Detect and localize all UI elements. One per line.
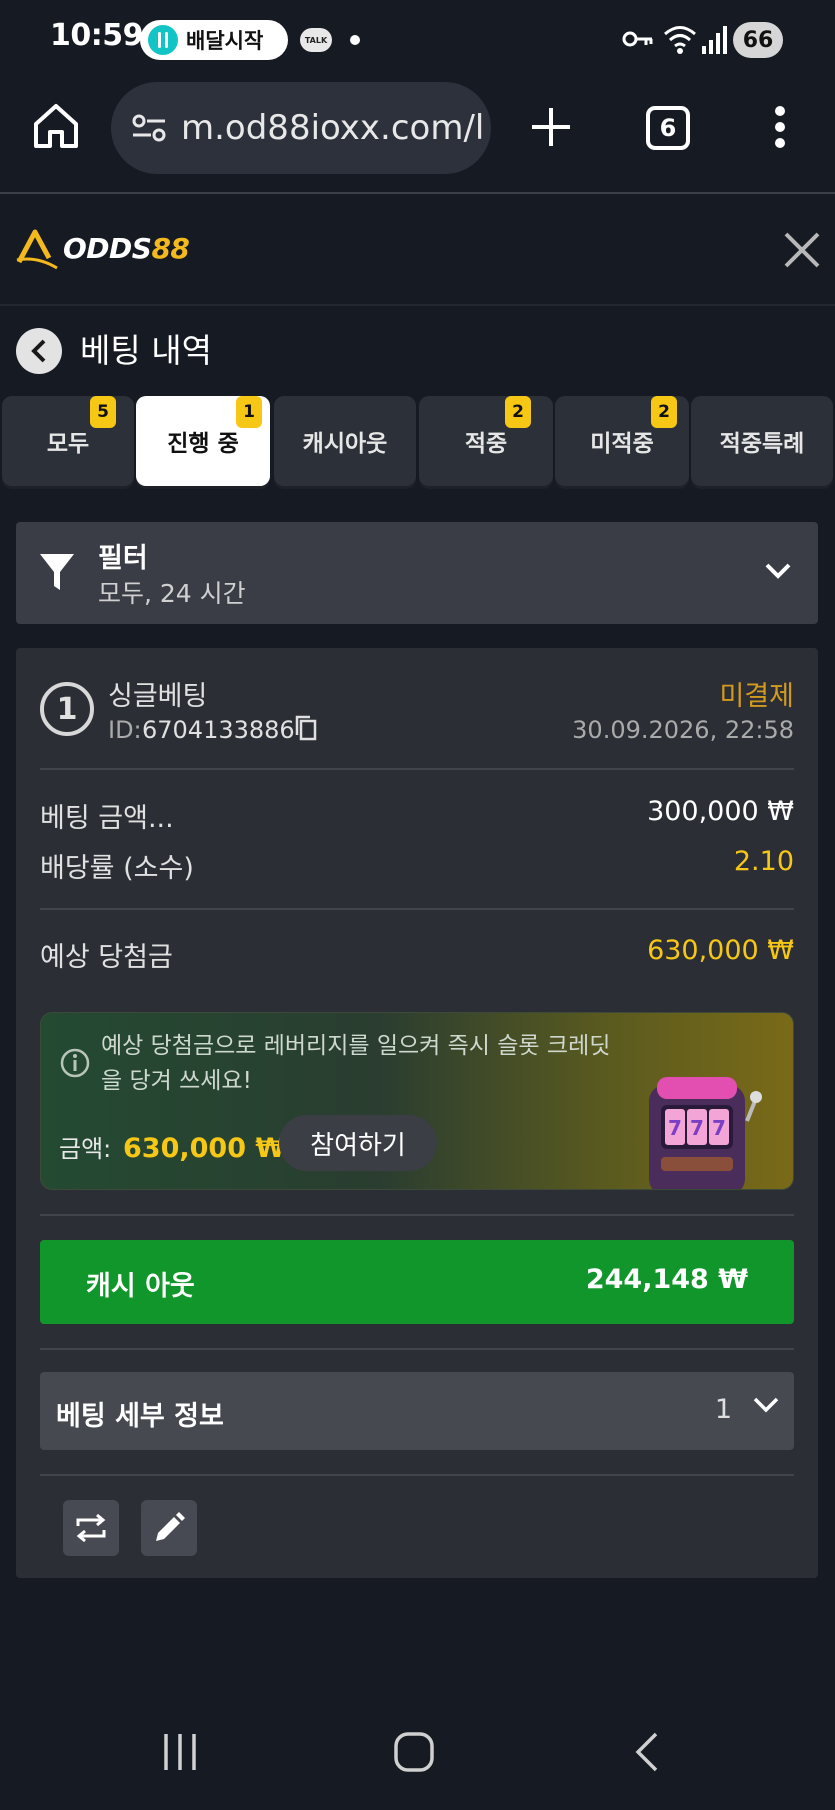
info-icon xyxy=(60,1048,90,1078)
bet-id: 6704133886 xyxy=(142,716,295,744)
home-icon[interactable] xyxy=(30,100,82,152)
card-divider xyxy=(40,768,794,770)
bet-status: 미결제 xyxy=(719,681,794,712)
chevron-down-icon xyxy=(765,563,791,579)
stake-label: 베팅 금액... xyxy=(40,803,174,834)
cashout-label: 캐시 아웃 xyxy=(86,1271,195,1302)
tab-label: 캐시아웃 xyxy=(302,431,388,457)
card-divider xyxy=(40,1214,794,1216)
browser-divider xyxy=(0,192,835,194)
slot-machine-icon: 7 7 7 xyxy=(649,1077,762,1189)
talk-icon: TALK xyxy=(300,28,332,52)
tab-label: 미적중 xyxy=(590,431,654,457)
tab-label: 적중특례 xyxy=(719,431,805,457)
battery-indicator: 66 xyxy=(733,22,783,58)
logo-number: 88 xyxy=(151,231,190,265)
bet-details-toggle[interactable]: 베팅 세부 정보 1 xyxy=(40,1372,794,1450)
tab-special[interactable]: 적중특례 xyxy=(691,396,833,486)
card-divider xyxy=(40,1348,794,1350)
bet-details-label: 베팅 세부 정보 xyxy=(56,1401,224,1432)
svg-text:7: 7 xyxy=(668,1116,682,1140)
new-tab-icon[interactable] xyxy=(528,104,574,150)
card-divider xyxy=(40,908,794,910)
delivery-app-label: 배달시작 xyxy=(186,29,264,53)
status-time: 10:59 xyxy=(50,18,144,53)
url-bar[interactable]: m.od88ioxx.com/l xyxy=(111,82,491,174)
filter-title: 필터 xyxy=(98,543,148,574)
svg-text:7: 7 xyxy=(690,1116,704,1140)
tab-won[interactable]: 적중 2 xyxy=(419,396,553,486)
tab-cashout[interactable]: 캐시아웃 xyxy=(274,396,416,486)
back-button[interactable] xyxy=(16,328,62,374)
promo-amount: 630,000 ₩ xyxy=(123,1133,286,1164)
bet-number-badge: 1 xyxy=(40,682,94,736)
delivery-app-icon xyxy=(148,25,178,55)
logo-prefix: ODDS xyxy=(63,231,152,265)
copy-icon[interactable] xyxy=(294,714,318,742)
logo-mark-icon xyxy=(16,229,58,270)
stake-value: 300,000 ₩ xyxy=(647,796,794,827)
tab-badge: 5 xyxy=(90,396,116,428)
payout-value: 630,000 ₩ xyxy=(647,935,794,966)
tab-badge: 1 xyxy=(236,396,262,428)
wifi-icon xyxy=(664,26,696,54)
tab-badge: 2 xyxy=(505,396,531,428)
url-text: m.od88ioxx.com/l xyxy=(181,108,485,148)
svg-text:7: 7 xyxy=(712,1116,726,1140)
notification-dot-icon xyxy=(350,35,360,45)
odds-label: 배당률 (소수) xyxy=(40,853,194,884)
bet-card: 1 싱글베팅 ID: 6704133886 미결제 30.09.2026, 22… xyxy=(16,648,818,1578)
tab-switcher-button[interactable]: 6 xyxy=(646,106,690,150)
filter-summary: 모두, 24 시간 xyxy=(98,579,246,608)
more-menu-icon[interactable] xyxy=(765,104,795,150)
pencil-icon xyxy=(156,1512,185,1541)
slot-credit-promo: 예상 당첨금으로 레버리지를 일으켜 즉시 슬롯 크레딧을 당겨 쓰세요! 금액… xyxy=(40,1012,794,1190)
filter-icon xyxy=(40,554,74,590)
promo-text: 예상 당첨금으로 레버리지를 일으켜 즉시 슬롯 크레딧을 당겨 쓰세요! xyxy=(101,1033,611,1094)
tab-label: 적중 xyxy=(464,431,508,457)
filter-panel[interactable]: 필터 모두, 24 시간 xyxy=(16,522,818,624)
close-icon[interactable] xyxy=(780,228,824,272)
tab-badge: 2 xyxy=(651,396,677,428)
logo-wordmark: ODDS88 xyxy=(63,231,190,265)
odds-value: 2.10 xyxy=(733,846,794,877)
signal-icon xyxy=(702,26,727,54)
nav-home-icon[interactable] xyxy=(392,1730,436,1774)
tab-label: 모두 xyxy=(46,431,90,457)
edit-bet-button[interactable] xyxy=(141,1500,197,1556)
site-settings-icon[interactable] xyxy=(131,113,167,143)
tab-in-progress[interactable]: 진행 중 1 xyxy=(136,396,270,486)
join-button[interactable]: 참여하기 xyxy=(279,1115,437,1171)
key-icon xyxy=(622,31,653,47)
tab-lost[interactable]: 미적중 2 xyxy=(555,396,689,486)
nav-back-icon[interactable] xyxy=(630,1730,666,1774)
cashout-button[interactable]: 캐시 아웃 244,148 ₩ xyxy=(40,1240,794,1324)
promo-amount-label: 금액: xyxy=(59,1135,112,1163)
bet-date: 30.09.2026, 22:58 xyxy=(572,716,794,744)
tab-label: 진행 중 xyxy=(167,431,239,457)
delivery-app-notification: 배달시작 xyxy=(140,20,288,60)
page-title: 베팅 내역 xyxy=(80,331,212,370)
chevron-left-icon xyxy=(31,339,46,363)
recent-apps-icon[interactable] xyxy=(160,1730,200,1774)
payout-label: 예상 당첨금 xyxy=(40,942,173,973)
repeat-bet-button[interactable] xyxy=(63,1500,119,1556)
bet-type: 싱글베팅 xyxy=(108,681,208,712)
header-divider xyxy=(0,304,835,306)
cashout-amount: 244,148 ₩ xyxy=(585,1264,748,1295)
repeat-icon xyxy=(76,1513,106,1543)
bet-details-count: 1 xyxy=(714,1394,732,1425)
odds88-logo[interactable]: ODDS88 xyxy=(15,226,215,270)
card-divider xyxy=(40,1474,794,1476)
chevron-down-icon xyxy=(753,1397,779,1413)
bet-id-label: ID: xyxy=(108,716,142,744)
tab-all[interactable]: 모두 5 xyxy=(2,396,134,486)
